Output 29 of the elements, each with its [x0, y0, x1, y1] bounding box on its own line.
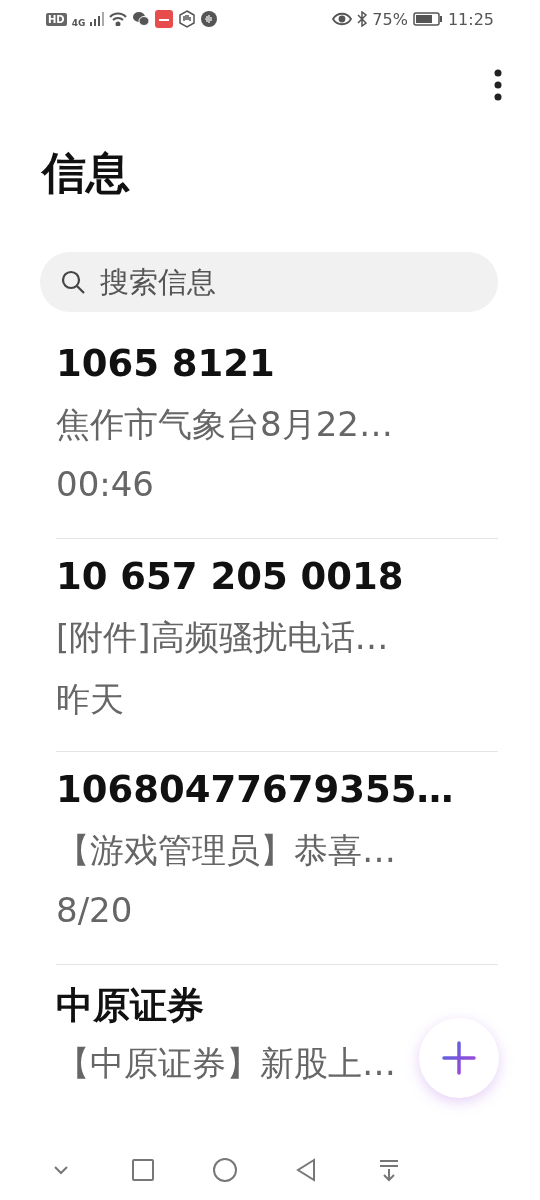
new-message-button[interactable]	[419, 1018, 499, 1098]
plus-icon	[442, 1041, 476, 1075]
hd-icon: HD	[46, 12, 67, 26]
sender-name: 中原证券	[56, 983, 205, 1029]
clock-time: 11:25	[447, 9, 494, 29]
message-preview: [附件]高频骚扰电话…	[56, 616, 389, 659]
battery-icon	[412, 12, 443, 26]
page-title: 信息	[40, 146, 131, 200]
search-field[interactable]: 搜索信息	[40, 252, 498, 312]
eye-icon	[332, 12, 353, 26]
recents-icon[interactable]	[130, 1157, 156, 1183]
message-preview: 【中原证券】新股上…	[56, 1042, 396, 1085]
message-time: 昨天	[56, 678, 124, 721]
message-preview: 焦作市气象台8月22…	[56, 403, 393, 446]
message-preview: 【游戏管理员】恭喜…	[56, 829, 396, 872]
signal-icon	[90, 12, 105, 26]
chat-icon	[132, 11, 151, 27]
more-options-icon[interactable]	[494, 69, 502, 101]
message-time: 00:46	[56, 464, 154, 504]
battery-percent: 75%	[372, 9, 408, 29]
bluetooth-icon	[357, 11, 368, 27]
sender-name: 10680477679355…	[56, 768, 455, 813]
search-icon	[60, 269, 86, 295]
sender-name: 10 657 205 0018	[56, 555, 405, 600]
sender-name: 1065 8121	[56, 342, 276, 387]
message-time: 8/20	[56, 890, 133, 930]
home-icon[interactable]	[212, 1157, 238, 1183]
network-type: 4G	[71, 18, 86, 28]
wifi-icon	[109, 12, 128, 26]
